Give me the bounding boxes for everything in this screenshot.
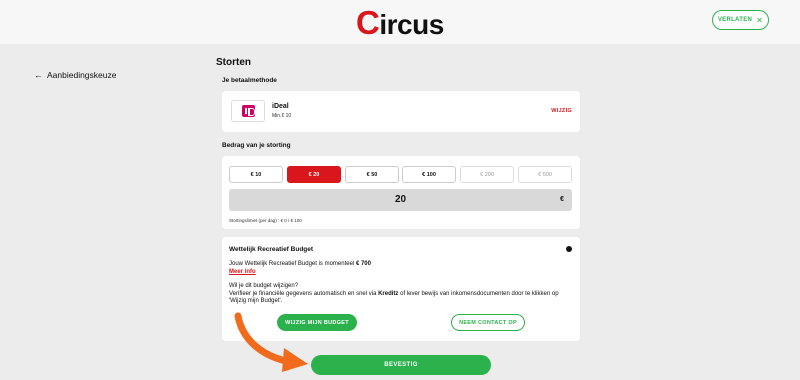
amount-value: 20 bbox=[394, 194, 407, 205]
leave-label: VERLATEN bbox=[717, 17, 753, 23]
change-payment-link[interactable]: WIJZIG bbox=[551, 108, 572, 114]
arrow-left-icon: ← bbox=[34, 70, 43, 80]
header-bar: Circus VERLATEN ✕ bbox=[0, 0, 800, 44]
payment-method-min: Min.€ 10 bbox=[272, 113, 292, 119]
contact-button[interactable]: NEEM CONTACT OP bbox=[451, 314, 525, 331]
payment-method-name: iDeal bbox=[272, 103, 289, 110]
ideal-icon bbox=[231, 100, 265, 122]
close-icon: ✕ bbox=[756, 15, 764, 25]
deposit-limit-text: Stortingslimiet (per dag) : € 0 / € 100 bbox=[229, 218, 302, 223]
amount-option-200[interactable]: € 200 bbox=[460, 166, 514, 183]
amount-option-500[interactable]: € 500 bbox=[518, 166, 572, 183]
info-icon[interactable] bbox=[566, 246, 572, 252]
budget-amount-text: Jouw Wettelijk Recreatief Budget is mome… bbox=[229, 261, 371, 267]
back-link-label: Aanbiedingskeuze bbox=[47, 70, 117, 80]
circus-logo[interactable]: Circus bbox=[356, 4, 444, 42]
back-link[interactable]: ← Aanbiedingskeuze bbox=[34, 70, 116, 80]
amount-option-10[interactable]: € 10 bbox=[229, 166, 283, 183]
currency-label: € bbox=[560, 196, 564, 203]
amount-option-100[interactable]: € 100 bbox=[402, 166, 456, 183]
amount-option-50[interactable]: € 50 bbox=[345, 166, 399, 183]
budget-title: Wettelijk Recreatief Budget bbox=[229, 246, 314, 253]
amount-card: € 10 € 20 € 50 € 100 € 200 € 500 20 € St… bbox=[222, 156, 580, 229]
page-title: Storten bbox=[216, 57, 251, 68]
amount-option-20[interactable]: € 20 bbox=[287, 166, 341, 183]
budget-question: Wil je dit budget wijzigen? bbox=[229, 283, 299, 289]
confirm-button[interactable]: BEVESTIG bbox=[311, 355, 491, 375]
budget-description: Verifieer je financiële gegevens automat… bbox=[229, 291, 559, 304]
leave-button[interactable]: VERLATEN ✕ bbox=[712, 10, 769, 30]
payment-section-label: Je betaalmethode bbox=[222, 77, 277, 84]
more-info-link[interactable]: Meer info bbox=[229, 269, 256, 275]
amount-input[interactable]: 20 € bbox=[229, 189, 572, 211]
amount-section-label: Bedrag van je storting bbox=[222, 142, 291, 149]
payment-method-card: iDeal Min.€ 10 WIJZIG bbox=[222, 91, 580, 132]
orange-arrow-icon bbox=[234, 312, 308, 372]
